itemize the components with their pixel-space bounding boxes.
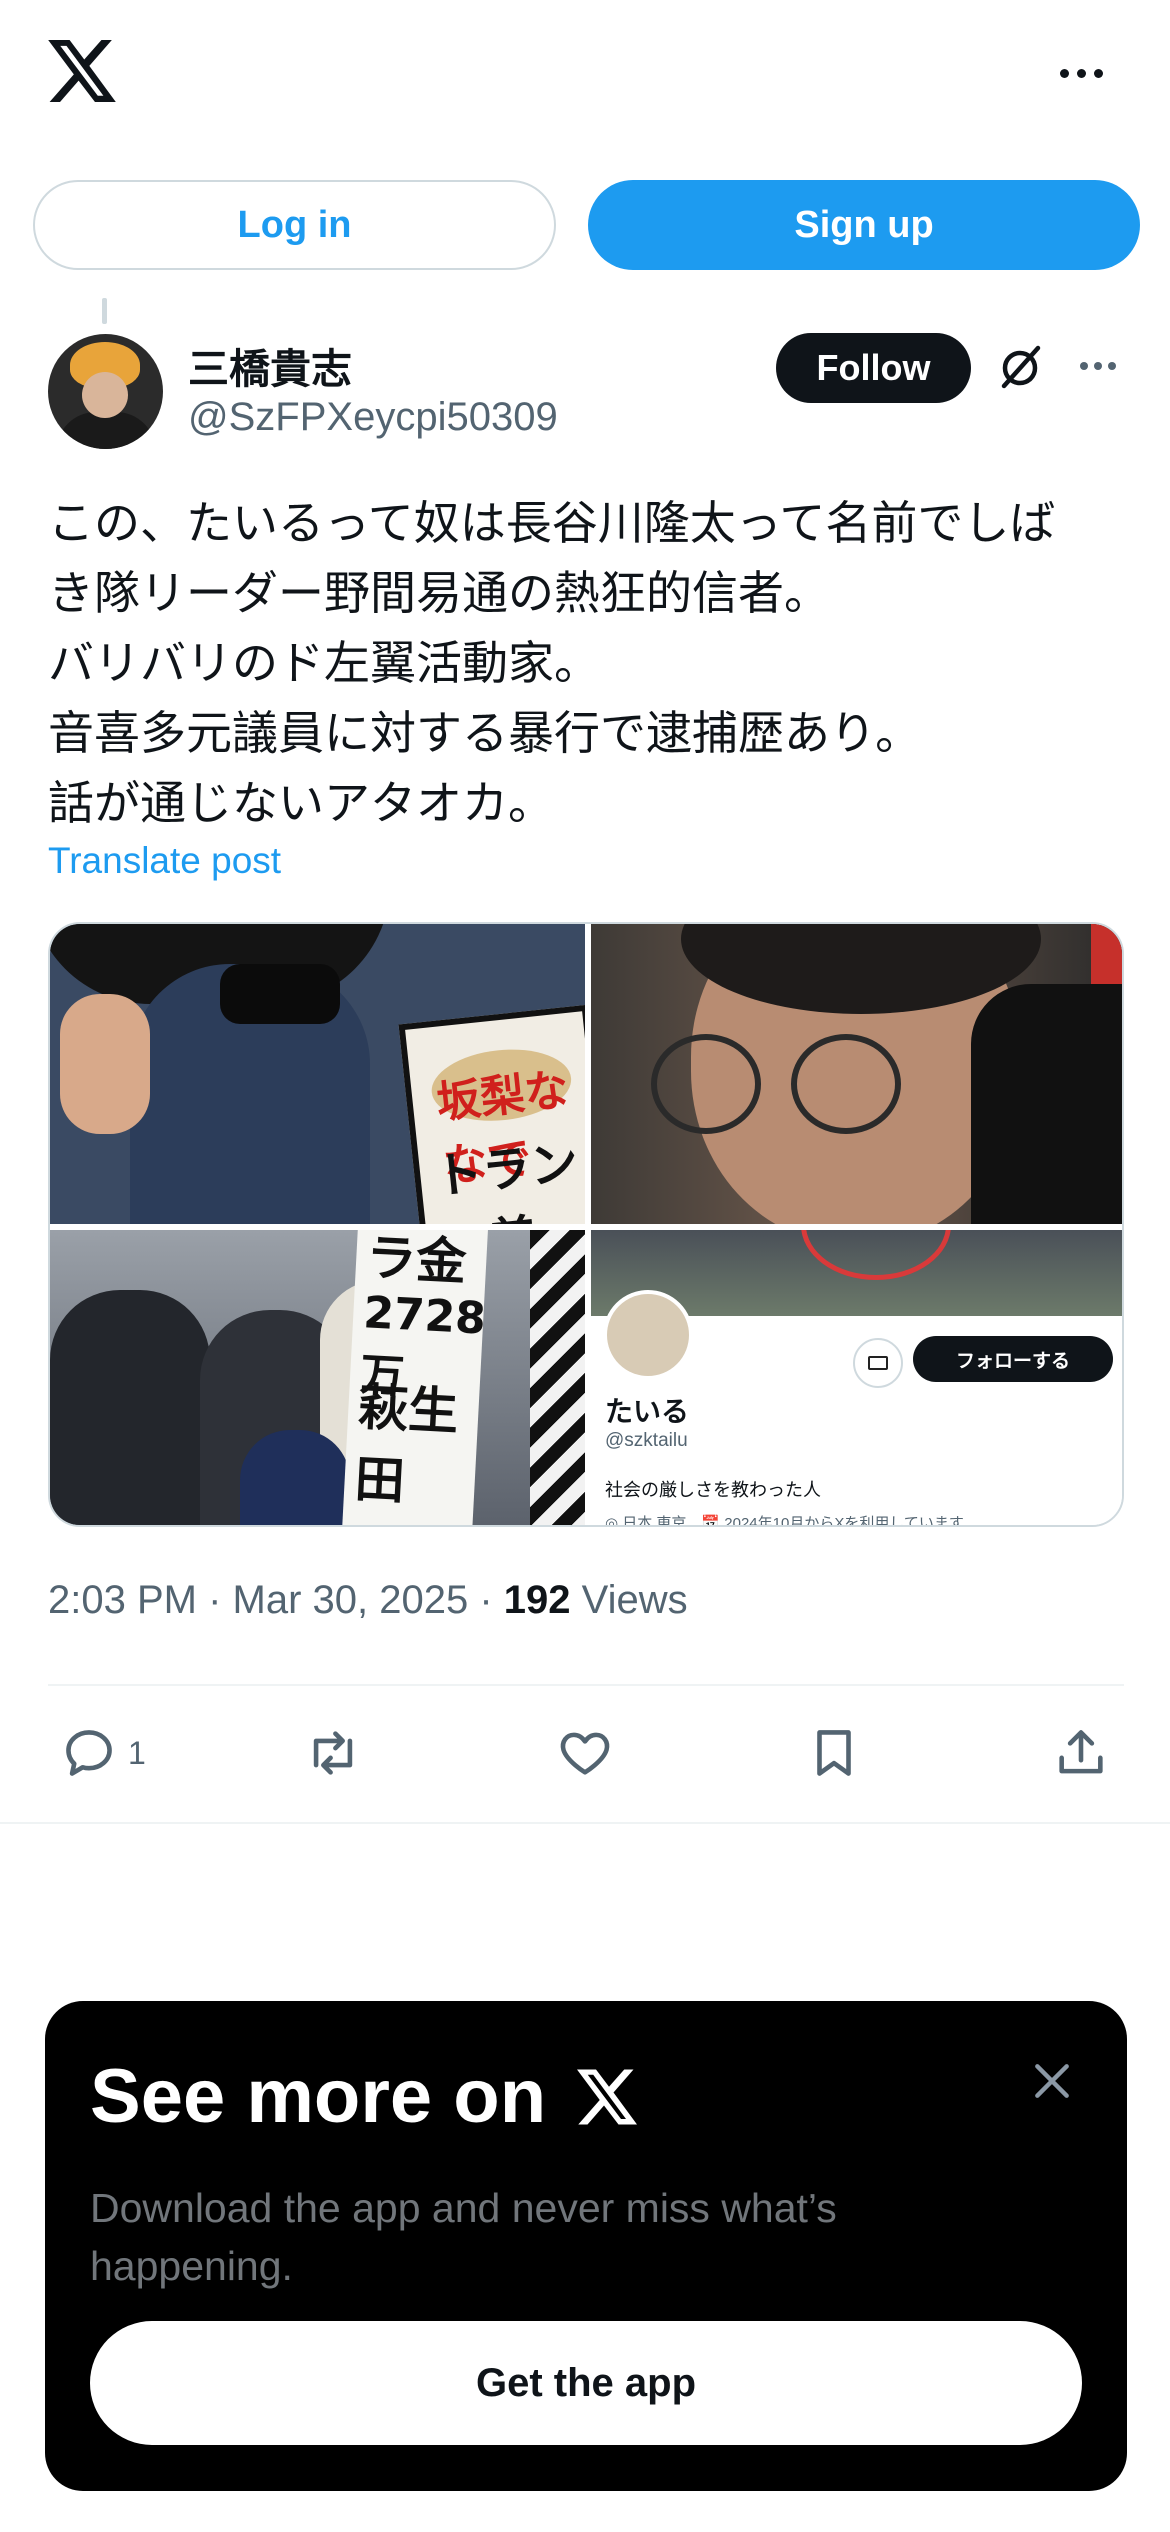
promo-subtitle: Download the app and never miss what’s h… [90, 2185, 837, 2289]
signup-button[interactable]: Sign up [588, 180, 1140, 270]
media-grid: 坂梨ななで トランス差 ラ金 2728万 萩生田 フォローする たいる @szk… [48, 922, 1124, 1527]
post-more-icon[interactable] [1080, 362, 1116, 370]
banner-sign: ラ金 2728万 萩生田 [341, 1230, 489, 1525]
follow-button[interactable]: Follow [776, 333, 971, 403]
bookmark-icon [817, 1730, 851, 1776]
get-the-app-button[interactable]: Get the app [90, 2321, 1082, 2445]
x-logo-icon[interactable] [48, 40, 116, 102]
avatar[interactable] [48, 334, 163, 449]
post-meta: 2:03 PM · Mar 30, 2025 · 192 Views [48, 1578, 688, 1622]
protest-sign: 坂梨ななで トランス差 [398, 1004, 585, 1224]
like-button[interactable] [556, 1718, 614, 1788]
share-icon [1059, 1730, 1103, 1774]
reply-count: 1 [128, 1734, 146, 1771]
reply-icon [66, 1730, 112, 1776]
repost-icon [313, 1731, 353, 1775]
post-time[interactable]: 2:03 PM [48, 1578, 197, 1622]
profile-name: たいる [605, 1396, 690, 1427]
grok-icon[interactable] [996, 342, 1046, 392]
post-text: この、たいるって奴は長谷川隆太って名前でしば き隊リーダー野間易通の熱狂的信者。… [48, 488, 1138, 838]
translate-post-link[interactable]: Translate post [48, 840, 281, 882]
app-promo-card: See more on Download the app and never m… [45, 2001, 1127, 2491]
media-photo-3[interactable]: ラ金 2728万 萩生田 [50, 1230, 585, 1525]
post-text-line: 話が通じないアタオカ。 [48, 777, 554, 829]
message-icon [853, 1338, 903, 1388]
profile-bio: 社会の厳しさを教わった人 [605, 1480, 821, 1500]
author-name[interactable]: 三橋貴志 [188, 335, 352, 395]
post-page: Log in Sign up 三橋貴志 @SzFPXeycpi50309 Fol… [0, 0, 1170, 2532]
sign-text: トランス差 [431, 1134, 581, 1224]
author-handle[interactable]: @SzFPXeycpi50309 [188, 395, 558, 440]
repost-button[interactable] [304, 1718, 362, 1788]
divider [48, 1684, 1124, 1686]
banner-text: 萩生田 [353, 1378, 460, 1511]
top-bar [0, 0, 1170, 150]
thread-line [102, 298, 107, 324]
post-text-line: き隊リーダー野間易通の熱狂的信者。 [48, 567, 830, 619]
profile-follow-button: フォローする [913, 1336, 1113, 1382]
views-label: Views [581, 1578, 688, 1622]
post-text-line: 音喜多元議員に対する暴行で逮捕歴あり。 [48, 707, 922, 759]
promo-title: See more on [90, 2053, 638, 2140]
divider [0, 1822, 1170, 1824]
media-photo-4[interactable]: フォローする たいる @szktailu 社会の厳しさを教わった人 ◎ 日本 東… [591, 1230, 1122, 1527]
views-count: 192 [503, 1578, 571, 1622]
profile-handle: @szktailu [605, 1430, 688, 1451]
close-icon[interactable] [1030, 2059, 1074, 2103]
banner-text: ラ金 [364, 1230, 468, 1292]
bookmark-button[interactable] [805, 1718, 863, 1788]
share-button[interactable] [1052, 1718, 1110, 1788]
post-text-line: バリバリのド左翼活動家。 [48, 637, 600, 689]
media-photo-2[interactable] [591, 924, 1122, 1224]
reply-button[interactable]: 1 [60, 1718, 146, 1788]
login-button[interactable]: Log in [33, 180, 556, 270]
x-logo-icon [577, 2069, 638, 2125]
profile-meta: ◎ 日本 東京 📅 2024年10月からXを利用しています [605, 1515, 964, 1527]
media-photo-1[interactable]: 坂梨ななで トランス差 [50, 924, 585, 1224]
heart-icon [560, 1732, 610, 1775]
more-horizontal-icon[interactable] [1060, 58, 1120, 88]
profile-avatar [603, 1290, 693, 1380]
post-text-line: この、たいるって奴は長谷川隆太って名前でしば [48, 497, 1056, 549]
post-date[interactable]: Mar 30, 2025 [233, 1578, 469, 1622]
